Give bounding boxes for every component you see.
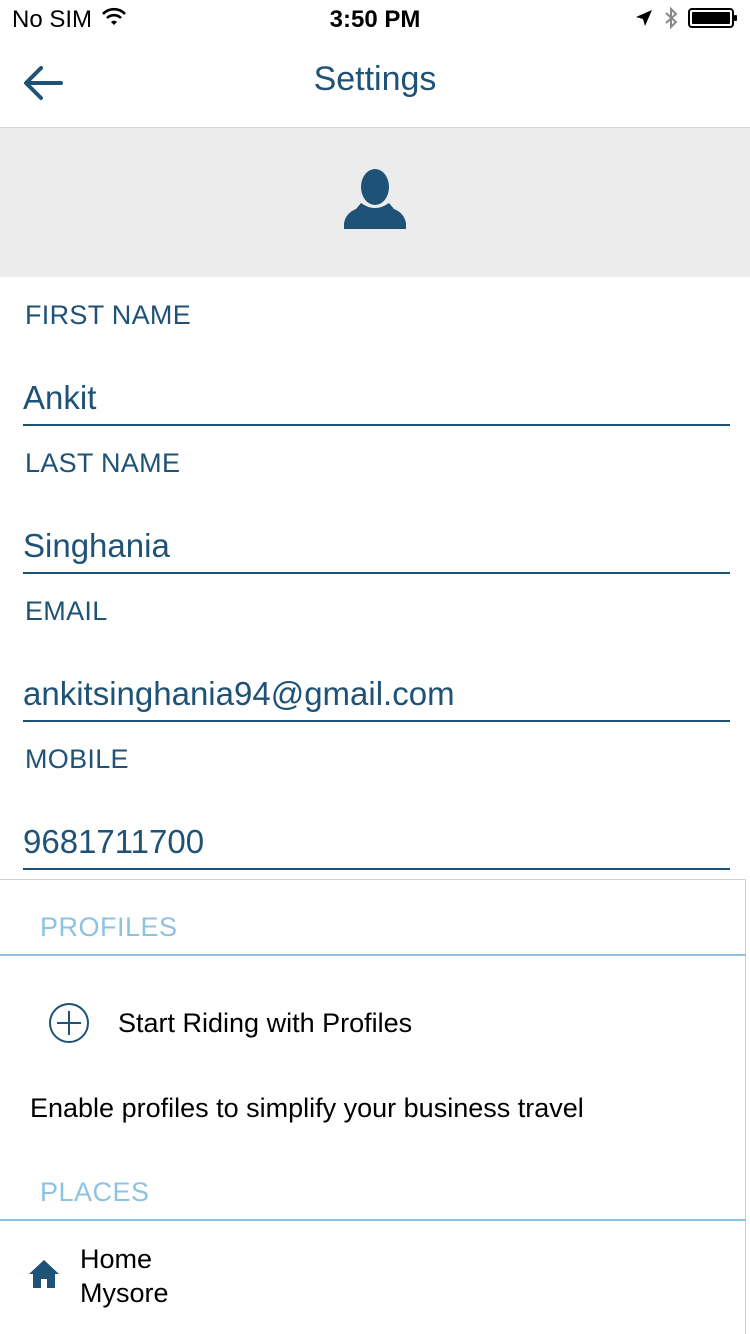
status-bar: No SIM 3:50 PM: [0, 0, 750, 40]
page-title: Settings: [313, 60, 437, 98]
last-name-label: LAST NAME: [25, 448, 181, 478]
place-text: Home Mysore: [80, 1242, 169, 1310]
profiles-section-header: PROFILES: [40, 912, 178, 942]
first-name-label: FIRST NAME: [25, 300, 192, 330]
location-arrow-icon: [634, 8, 654, 33]
first-name-field[interactable]: Ankit: [23, 378, 730, 426]
place-name: Home: [80, 1244, 153, 1274]
place-address: Mysore: [80, 1278, 169, 1308]
home-icon: [29, 1260, 59, 1288]
bluetooth-icon: [664, 6, 678, 35]
start-profiles-label: Start Riding with Profiles: [118, 1007, 413, 1038]
mobile-field[interactable]: 9681711700: [23, 822, 730, 870]
settings-screen: No SIM 3:50 PM Settings FIRST NAME Ankit…: [0, 0, 750, 1334]
email-field[interactable]: ankitsinghania94@gmail.com: [23, 674, 730, 722]
start-profiles-button[interactable]: Start Riding with Profiles: [48, 1002, 412, 1044]
status-right: [634, 6, 738, 35]
user-silhouette-icon[interactable]: [342, 167, 408, 238]
last-name-field[interactable]: Singhania: [23, 526, 730, 574]
profiles-divider: [0, 954, 746, 956]
mobile-label: MOBILE: [25, 744, 129, 774]
plus-circle-icon: [49, 1003, 89, 1043]
battery-icon: [688, 7, 738, 34]
avatar-header: [0, 128, 750, 277]
places-section-header: PLACES: [40, 1177, 150, 1207]
place-item-home[interactable]: Home Mysore: [28, 1242, 169, 1310]
email-label: EMAIL: [25, 596, 108, 626]
places-divider: [0, 1219, 746, 1221]
profiles-description: Enable profiles to simplify your busines…: [30, 1093, 584, 1123]
nav-bar: Settings: [0, 40, 750, 128]
